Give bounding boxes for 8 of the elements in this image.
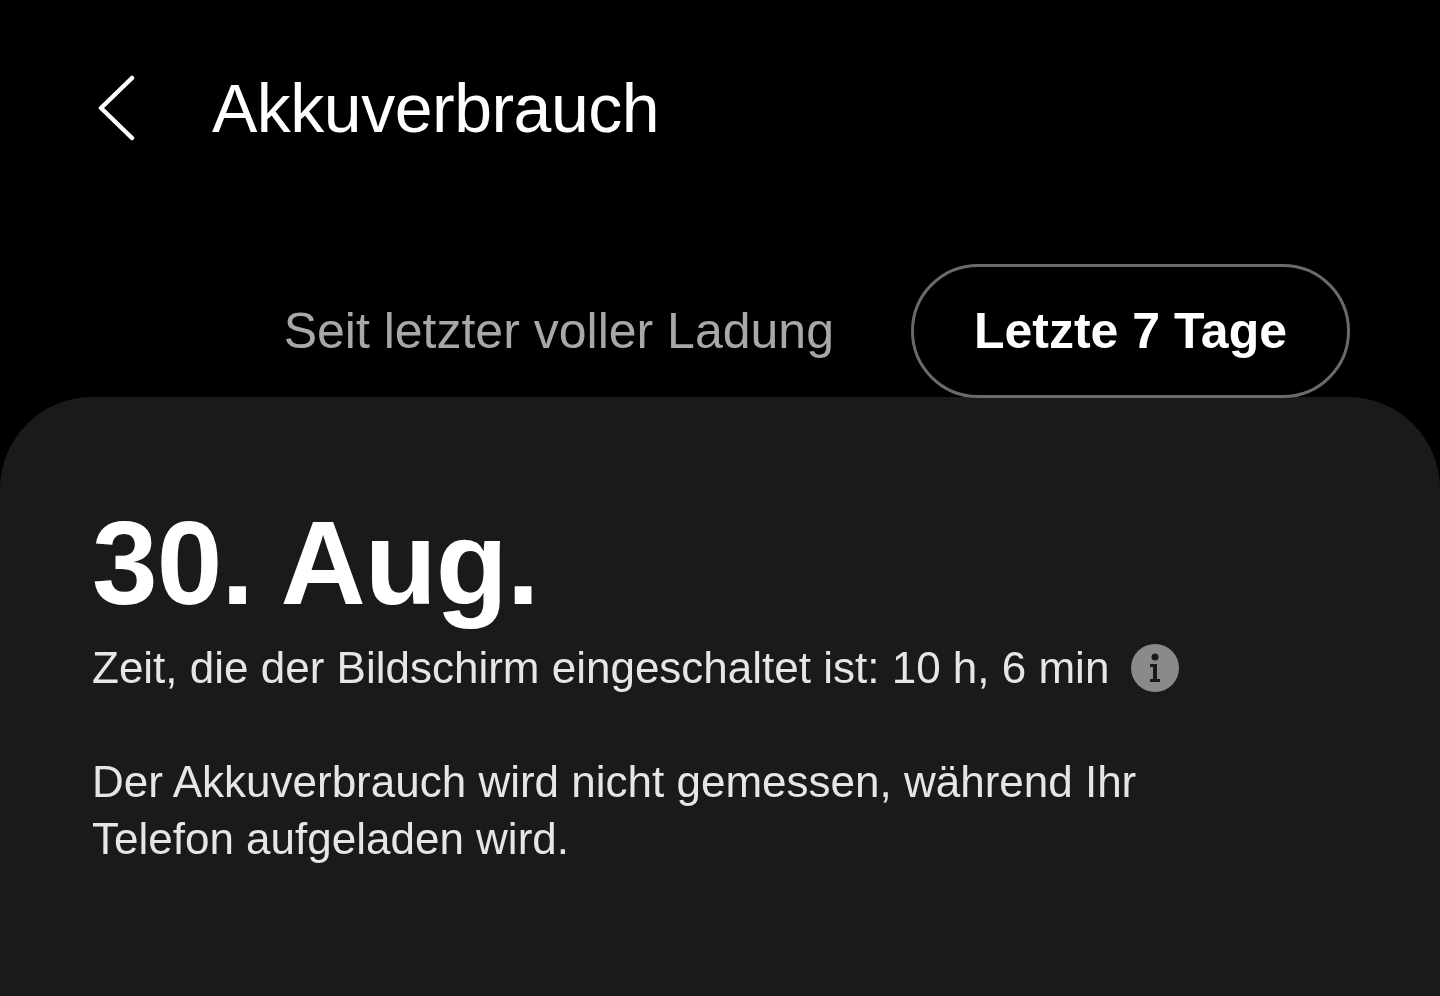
page-title: Akkuverbrauch bbox=[212, 69, 660, 147]
info-icon[interactable] bbox=[1131, 643, 1180, 692]
back-icon bbox=[96, 75, 136, 141]
date-heading: 30. Aug. bbox=[92, 496, 539, 631]
info-note: Der Akkuverbrauch wird nicht gemessen, während Ihr Telefon aufgeladen wird. bbox=[92, 755, 1138, 865]
back-button[interactable] bbox=[96, 75, 136, 141]
tab[interactable]: Seit letzter voller Ladung bbox=[220, 264, 897, 398]
screen-time-text: Zeit, die der Bildschirm eingeschaltet ist: 10 h, 6 min bbox=[92, 642, 1110, 693]
